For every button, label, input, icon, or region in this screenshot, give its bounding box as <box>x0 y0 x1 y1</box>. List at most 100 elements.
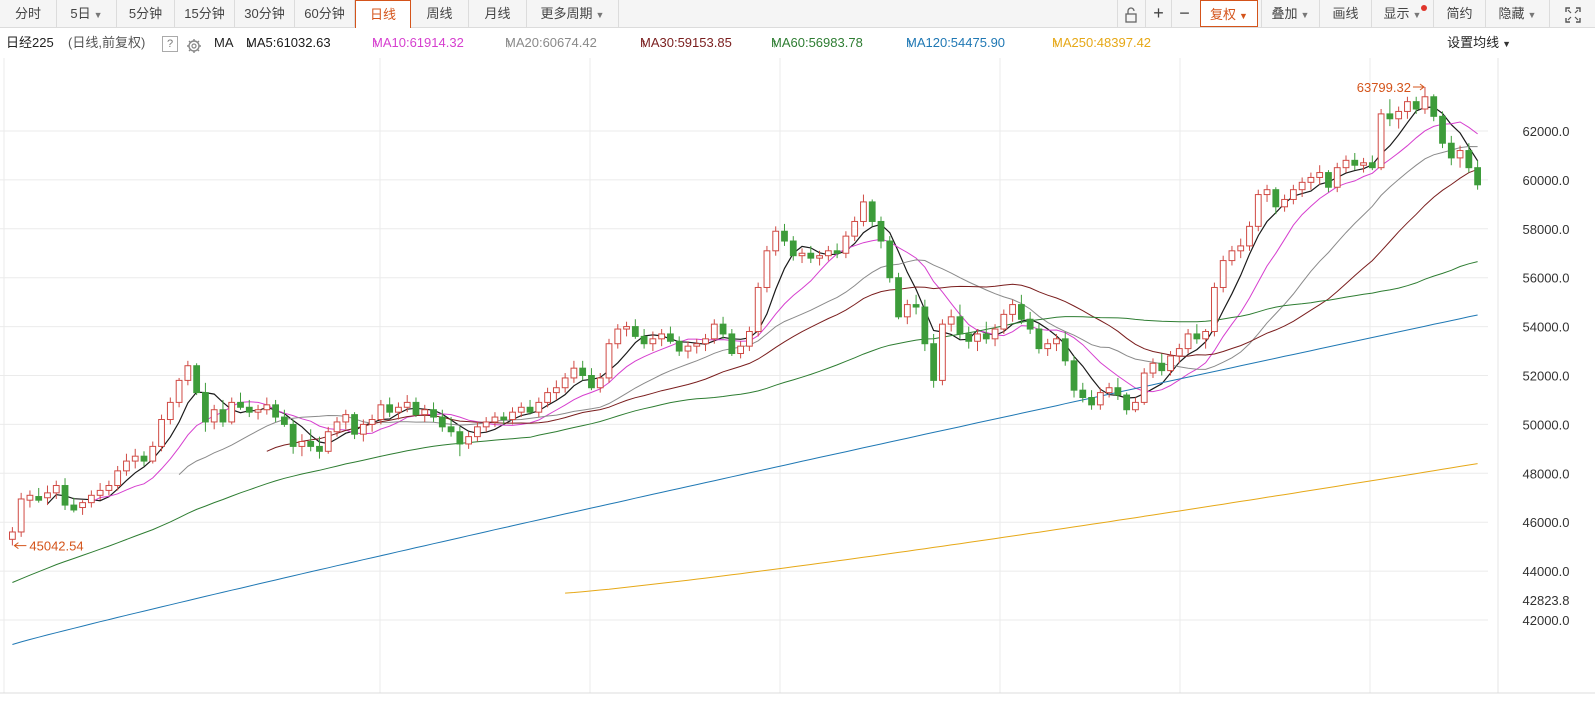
candle-down <box>956 316 964 335</box>
candle-down <box>35 496 43 501</box>
notification-dot <box>1421 5 1427 11</box>
candle-up <box>605 343 613 379</box>
candle-up <box>710 323 718 340</box>
tab-daily[interactable]: 日线 <box>355 0 411 28</box>
y-tick-label: 56000.0 <box>1523 271 1570 286</box>
candle-up <box>684 345 692 352</box>
y-min-label: 42823.8 <box>1523 593 1570 608</box>
tab-weekly[interactable]: 周线 <box>411 0 469 27</box>
candle-up <box>552 387 560 394</box>
candle-up <box>52 485 60 494</box>
ma60-text: MA60:56983.78 <box>771 35 863 50</box>
candle-down <box>412 401 420 416</box>
grid <box>0 58 1595 694</box>
y-tick-label: 42000.0 <box>1523 613 1570 628</box>
candle-up <box>702 338 709 345</box>
hide-dropdown[interactable]: 隐藏 ▼ <box>1485 0 1549 27</box>
chevron-down-icon: ▼ <box>93 10 103 20</box>
tab-60min[interactable]: 60分钟 <box>295 0 355 27</box>
candle-up <box>1167 355 1174 372</box>
candle-up <box>561 377 569 389</box>
candle-up <box>1184 333 1192 350</box>
candle-up <box>947 316 955 325</box>
ma-legend-bar: 日经225 (日线,前复权) ? MA MA5:61032.63 ↓ MA10:6… <box>0 28 1595 58</box>
candle-down <box>70 504 78 511</box>
fullscreen-button[interactable] <box>1549 0 1595 27</box>
overlay-dropdown[interactable]: 叠加 ▼ <box>1261 0 1319 27</box>
candle-up <box>333 421 341 433</box>
candle-up <box>763 250 771 288</box>
tab-15min[interactable]: 15分钟 <box>175 0 235 27</box>
candle-up <box>649 338 657 345</box>
candle-up <box>596 377 604 389</box>
candle-down <box>579 367 587 377</box>
candle-up <box>974 333 981 342</box>
candle-up <box>737 345 745 354</box>
hide-label: 隐藏 <box>1498 6 1525 21</box>
candle-down <box>719 323 727 335</box>
zoom-out-button[interactable]: − <box>1171 0 1197 27</box>
candle-up <box>79 502 86 509</box>
candle-up <box>1000 313 1008 330</box>
y-tick-label: 46000.0 <box>1523 515 1570 530</box>
candle-up <box>1307 176 1315 183</box>
candle-up <box>254 409 262 413</box>
tab-fenshi[interactable]: 分时 <box>0 0 57 27</box>
candle-up <box>860 201 867 222</box>
tab-5min[interactable]: 5分钟 <box>117 0 175 27</box>
ma30-text: MA30:59153.85 <box>640 35 732 50</box>
candle-up <box>263 404 271 411</box>
candle-down <box>640 335 648 345</box>
candle-up <box>44 492 51 499</box>
candle-down <box>1079 389 1087 399</box>
arrow-up-icon: ↑ <box>906 35 913 50</box>
candle-down <box>930 343 938 381</box>
candle-down <box>1017 304 1025 320</box>
candle-up <box>491 416 499 423</box>
more-periods-label: 更多周期 <box>540 6 593 21</box>
tab-monthly[interactable]: 月线 <box>469 0 527 27</box>
help-icon[interactable]: ? <box>162 36 178 52</box>
lock-button[interactable] <box>1117 0 1145 27</box>
chart-mode: (日线,前复权) <box>68 35 146 50</box>
candle-down <box>351 414 358 435</box>
candle-up <box>175 379 183 403</box>
zoom-in-button[interactable]: + <box>1145 0 1171 27</box>
candle-down <box>631 326 639 337</box>
simple-mode-button[interactable]: 简约 <box>1433 0 1485 27</box>
candle-up <box>368 419 376 425</box>
candle-down <box>1351 159 1359 166</box>
chevron-down-icon: ▼ <box>1239 11 1248 21</box>
arrow-up-icon: ↑ <box>1052 35 1059 50</box>
candle-up <box>105 485 113 491</box>
tab-more-periods[interactable]: 更多周期 ▼ <box>527 0 619 27</box>
ma-settings-dropdown[interactable]: 设置均线 ▼ <box>1447 28 1511 58</box>
candle-up <box>377 404 385 421</box>
gear-icon[interactable] <box>186 35 202 53</box>
candle-up <box>1044 343 1052 350</box>
candle-down <box>868 201 876 222</box>
candle-up <box>87 494 95 504</box>
ma10-text: MA10:61914.32 <box>372 35 464 50</box>
candle-up <box>9 531 16 540</box>
candle-up <box>1237 245 1245 252</box>
arrow-up-icon: ↑ <box>505 35 512 50</box>
candle-up <box>1053 338 1060 345</box>
draw-line-button[interactable]: 画线 <box>1319 0 1371 27</box>
candle-down <box>886 240 894 279</box>
chevron-down-icon: ▼ <box>1412 10 1422 20</box>
candlestick-chart[interactable]: 42000.0 44000.0 46000.0 48000.0 50000.0 52000… <box>0 58 1595 705</box>
candle-up <box>149 445 157 462</box>
candle-down <box>219 409 227 423</box>
tab-30min[interactable]: 30分钟 <box>235 0 295 27</box>
candle-up <box>166 401 174 421</box>
instrument-name: 日经225 <box>6 35 54 50</box>
arrow-left-icon <box>13 542 27 550</box>
candle-up <box>1395 110 1403 120</box>
fuquan-dropdown[interactable]: 复权 ▼ <box>1200 0 1258 27</box>
ma5-text: MA5:61032.63 <box>246 35 331 50</box>
tab-5day[interactable]: 5日 ▼ <box>57 0 117 27</box>
candle-down <box>307 441 315 447</box>
candle-up <box>544 392 551 403</box>
candle-down <box>1193 333 1201 340</box>
